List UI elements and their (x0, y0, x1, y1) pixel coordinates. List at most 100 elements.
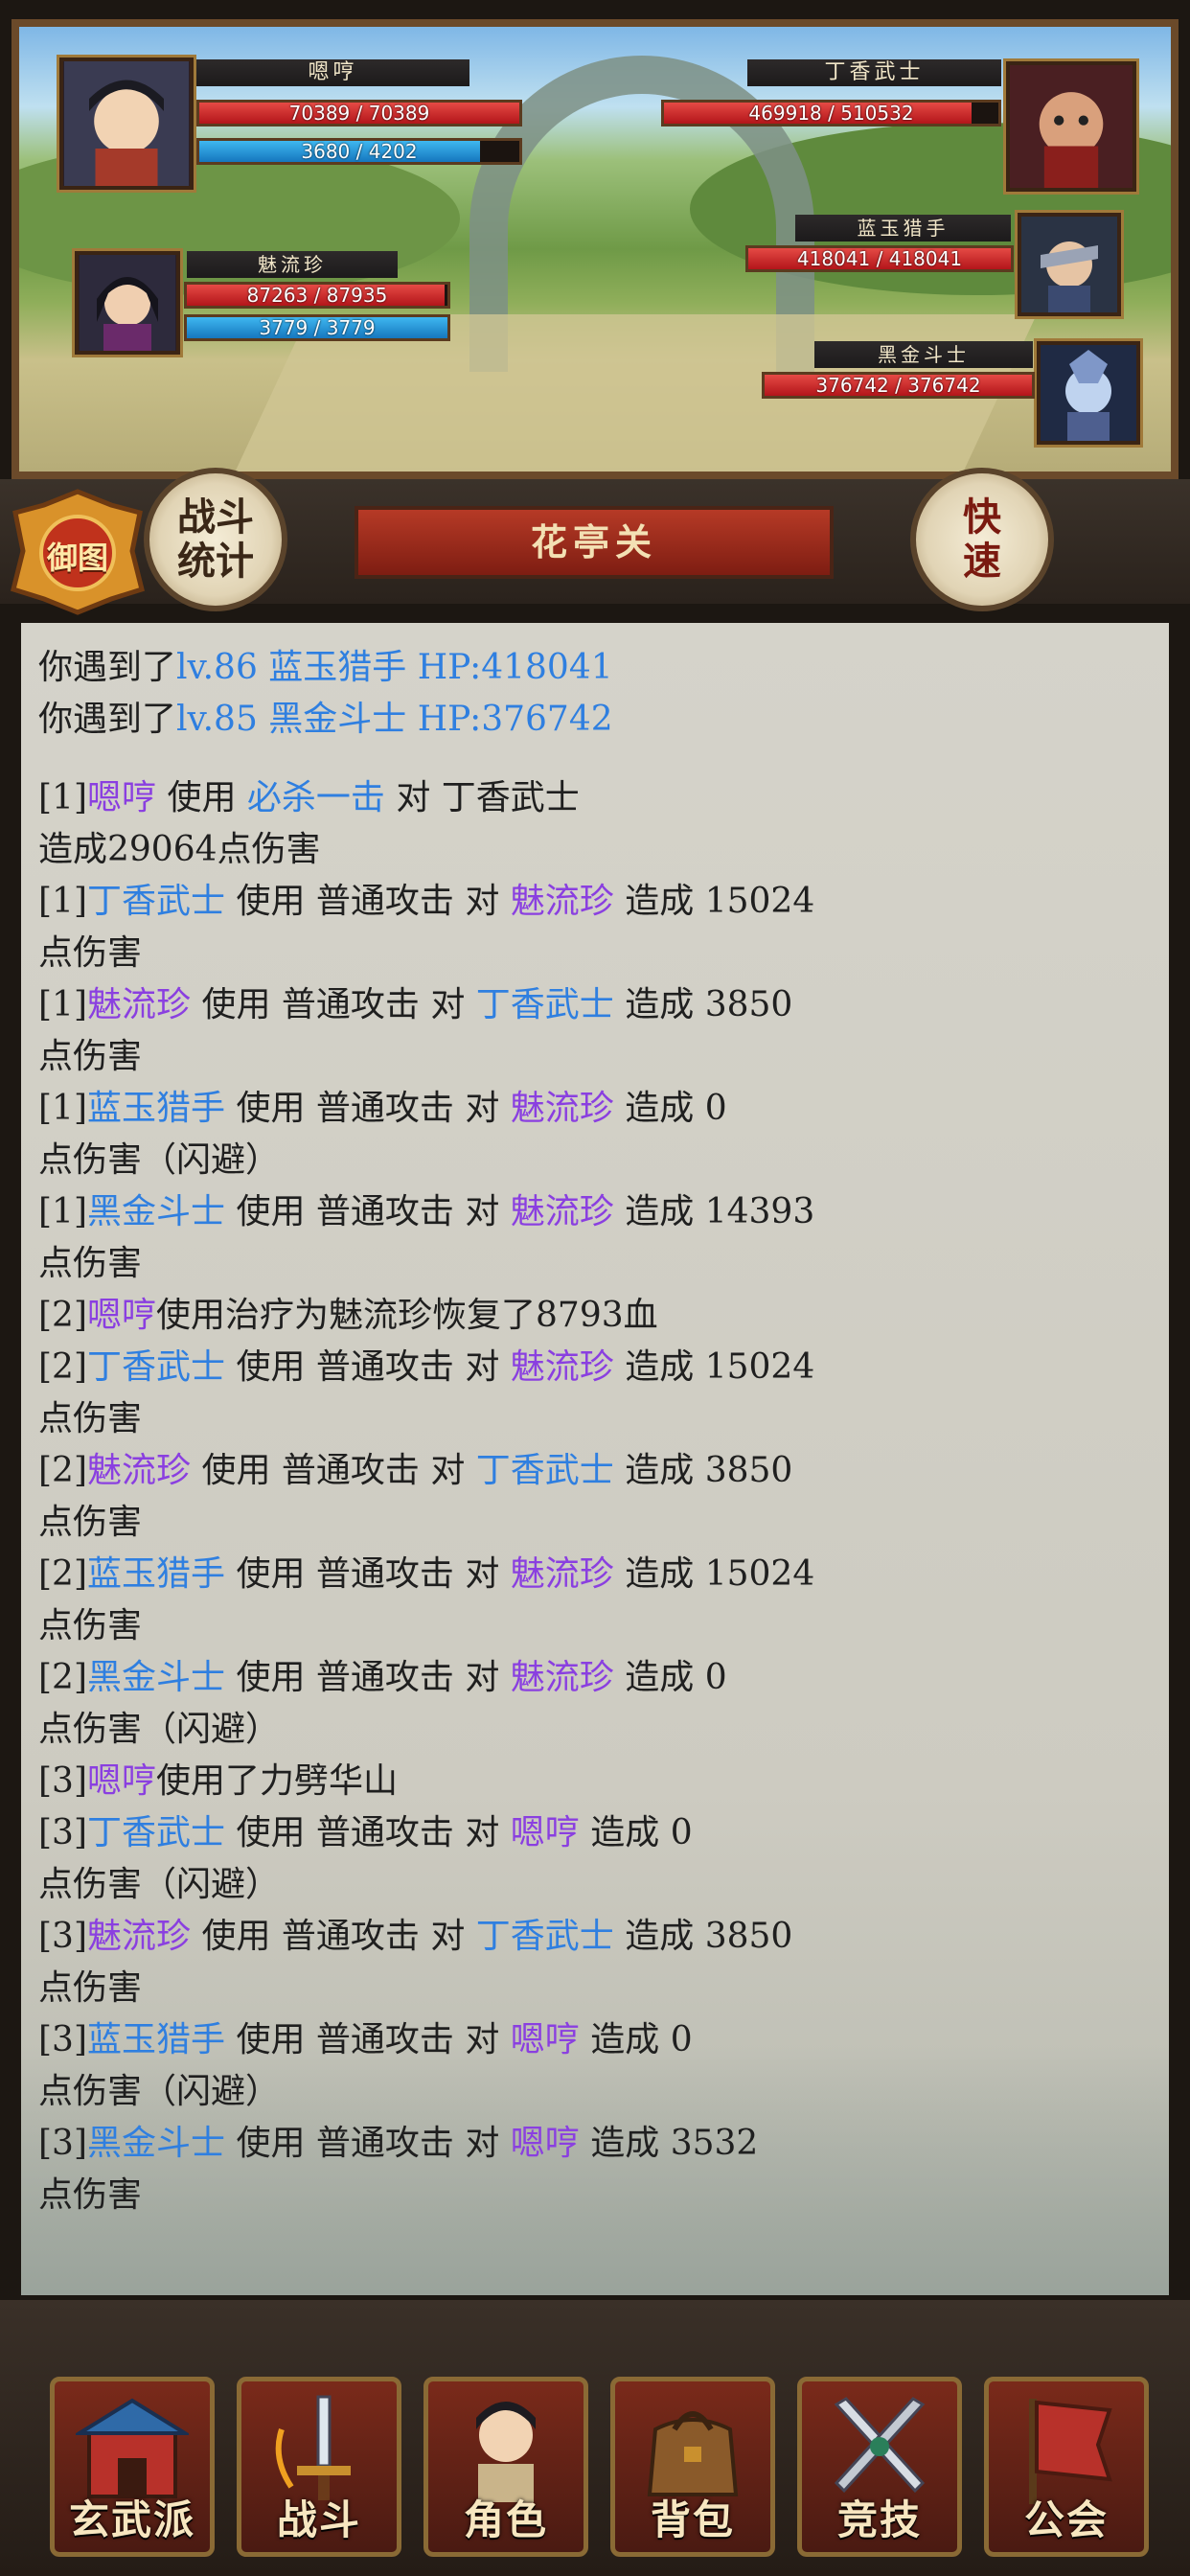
log-text: 使用 普通攻击 对 (225, 1813, 511, 1852)
enemy-avatar-icon (1010, 65, 1133, 188)
log-text: 你遇到了 (38, 648, 177, 687)
log-line: 点伤害 (38, 1963, 1152, 2014)
battle-stats-button[interactable]: 战斗 统计 (144, 468, 287, 611)
log-line: 点伤害（闪避） (38, 1859, 1152, 1911)
player-mp-bar-1: 3680 / 4202 (196, 138, 522, 165)
log-line: 造成29064点伤害 (38, 824, 1152, 876)
log-text: [2] (38, 1347, 87, 1387)
nav-guild-flag-button[interactable]: 公会 (984, 2377, 1149, 2557)
log-text: 造成 14393 (613, 1192, 815, 1231)
nav-label: 玄武派 (68, 2496, 195, 2543)
log-name: 蓝玉猎手 (87, 2020, 226, 2059)
enemy-avatar-icon (1021, 217, 1117, 312)
log-text: 点伤害 (38, 933, 143, 973)
log-text: 使用 普通攻击 对 (225, 1658, 511, 1697)
log-text: [3] (38, 1761, 87, 1801)
log-line: 点伤害 (38, 1497, 1152, 1549)
nav-label: 战斗 (276, 2496, 361, 2543)
enemy-hp-bar-1: 469918 / 510532 (661, 100, 1001, 126)
log-text: [2] (38, 1451, 87, 1490)
hero-avatar-icon (80, 255, 175, 351)
player-portrait-2[interactable] (75, 251, 180, 355)
log-name: 魅流珍 (510, 1347, 614, 1387)
log-line: [1]黑金斗士 使用 普通攻击 对 魅流珍 造成 14393 (38, 1186, 1152, 1238)
player-name-1: 嗯哼 (196, 59, 469, 86)
log-text: 使用 普通攻击 对 (225, 882, 511, 921)
log-name: 丁香武士 (87, 882, 226, 921)
speed-up-button[interactable]: 快 速 (910, 468, 1054, 611)
log-name: 丁香武士 (87, 1347, 226, 1387)
log-name: lv.86 蓝玉猎手 HP:418041 (176, 648, 613, 687)
log-line: 点伤害（闪避） (38, 1135, 1152, 1186)
log-text: 造成 3850 (613, 985, 793, 1024)
log-text: 造成 3850 (613, 1451, 793, 1490)
log-name: 嗯哼 (510, 1813, 580, 1852)
log-name: 嗯哼 (87, 778, 157, 817)
nav-character-button[interactable]: 角色 (423, 2377, 588, 2557)
nav-sword-button[interactable]: 战斗 (237, 2377, 401, 2557)
log-name: 嗯哼 (510, 2020, 580, 2059)
log-text: 使用 普通攻击 对 (191, 985, 476, 1024)
log-name: lv.85 黑金斗士 HP:376742 (176, 700, 613, 739)
log-line: 点伤害 (38, 1393, 1152, 1445)
log-name: 黑金斗士 (87, 1658, 226, 1697)
log-text: 造成 15024 (613, 1554, 815, 1594)
enemy-portrait-3[interactable] (1037, 341, 1140, 445)
log-name: 魅流珍 (510, 1554, 614, 1594)
log-line: [3]嗯哼使用了力劈华山 (38, 1756, 1152, 1807)
log-name: 魅流珍 (510, 1658, 614, 1697)
log-text: 点伤害 (38, 1503, 143, 1542)
nav-crossed-swords-button[interactable]: 竞技 (797, 2377, 962, 2557)
log-name: 嗯哼 (510, 2124, 580, 2163)
log-text: 造成 0 (613, 1089, 727, 1128)
badge-button[interactable]: 御图 (6, 484, 149, 618)
log-text: 使用了力劈华山 (156, 1761, 399, 1801)
log-text: [1] (38, 1089, 87, 1128)
log-name: 蓝玉猎手 (87, 1554, 226, 1594)
enemy-portrait-1[interactable] (1006, 61, 1136, 192)
player-portrait-1[interactable] (59, 58, 194, 190)
log-line: 点伤害 (38, 1238, 1152, 1290)
log-text: 点伤害（闪避） (38, 1865, 281, 1904)
player-mp-bar-2: 3779 / 3779 (184, 314, 450, 341)
log-text: [1] (38, 1192, 87, 1231)
player-hp-bar-2: 87263 / 87935 (184, 282, 450, 309)
log-text: [1] (38, 882, 87, 921)
log-text: 点伤害（闪避） (38, 2072, 281, 2111)
battle-log[interactable]: 你遇到了lv.86 蓝玉猎手 HP:418041 你遇到了lv.85 黑金斗士 H… (21, 623, 1169, 2295)
log-line: 点伤害（闪避） (38, 1704, 1152, 1756)
nav-sect-gate-button[interactable]: 玄武派 (50, 2377, 215, 2557)
log-text: [3] (38, 2124, 87, 2163)
log-line: [1]魅流珍 使用 普通攻击 对 丁香武士 造成 3850 (38, 979, 1152, 1031)
log-text: 你遇到了 (38, 700, 177, 739)
log-line: [3]丁香武士 使用 普通攻击 对 嗯哼 造成 0 (38, 1807, 1152, 1859)
enemy-name-2: 蓝玉猎手 (795, 215, 1011, 242)
log-name: 魅流珍 (510, 882, 614, 921)
log-name: 魅流珍 (87, 1451, 192, 1490)
player-name-2: 魅流珍 (187, 251, 398, 278)
enemy-name-1: 丁香武士 (747, 59, 1001, 86)
log-text: 使用 普通攻击 对 (191, 1917, 476, 1956)
log-text: 使用 (156, 778, 247, 817)
enemy-hp-bar-2: 418041 / 418041 (745, 245, 1014, 272)
nav-label: 背包 (650, 2496, 735, 2543)
nav-bag-button[interactable]: 背包 (610, 2377, 775, 2557)
enemy-portrait-2[interactable] (1018, 213, 1121, 316)
log-text: [3] (38, 2020, 87, 2059)
log-name: 魅流珍 (510, 1192, 614, 1231)
log-text: 点伤害 (38, 1037, 143, 1076)
log-name: 黑金斗士 (87, 1192, 226, 1231)
log-text: 点伤害 (38, 1399, 143, 1438)
log-text: 造成 0 (613, 1658, 727, 1697)
log-name: 丁香武士 (87, 1813, 226, 1852)
log-text: 点伤害 (38, 2175, 143, 2215)
log-text: 造成 15024 (613, 882, 815, 921)
log-text: 使用 普通攻击 对 (225, 2124, 511, 2163)
log-text: 使用治疗为魅流珍恢复了8793血 (156, 1296, 658, 1335)
log-line: 点伤害 (38, 1031, 1152, 1083)
log-text: [1] (38, 778, 87, 817)
log-name: 丁香武士 (475, 1917, 614, 1956)
log-text: 点伤害 (38, 1968, 143, 2008)
log-name: 蓝玉猎手 (87, 1089, 226, 1128)
log-line: [1]嗯哼 使用 必杀一击 对 丁香武士 (38, 772, 1152, 824)
